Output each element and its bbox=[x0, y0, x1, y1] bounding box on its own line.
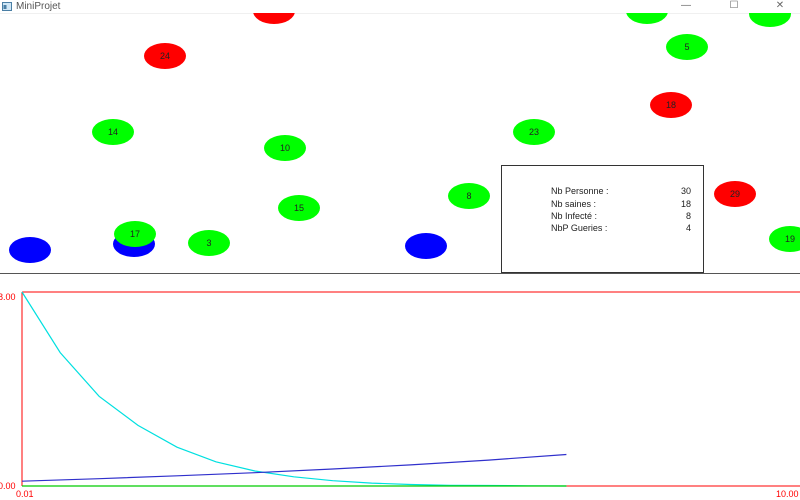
person-label: 19 bbox=[784, 234, 795, 244]
minimize-button[interactable]: — bbox=[672, 0, 700, 13]
person-bubble: 15 bbox=[278, 195, 320, 221]
person-bubble bbox=[405, 233, 447, 259]
curves-layer bbox=[21, 291, 567, 487]
stat-label: Nb saines : bbox=[551, 199, 597, 209]
person-label: 8 bbox=[466, 191, 472, 201]
stat-value: 8 bbox=[685, 211, 691, 221]
person-label: 17 bbox=[129, 229, 140, 239]
person-label: 23 bbox=[528, 127, 539, 137]
stat-row-infected: Nb Infecté : 8 bbox=[551, 210, 691, 222]
close-button[interactable]: ✕ bbox=[766, 0, 794, 13]
person-label: 18 bbox=[665, 100, 676, 110]
person-label: 10 bbox=[279, 143, 290, 153]
series-line-0 bbox=[21, 291, 567, 487]
person-bubble: 23 bbox=[513, 119, 555, 145]
person-label: 3 bbox=[206, 238, 212, 248]
title-bar: MiniProjet — ☐ ✕ bbox=[0, 0, 800, 14]
person-bubble bbox=[749, 13, 791, 27]
person-label: 29 bbox=[729, 189, 740, 199]
person-bubble: 29 bbox=[714, 181, 756, 207]
person-bubble: 3 bbox=[188, 230, 230, 256]
y-tick-top: 8.00 bbox=[0, 292, 16, 302]
person-bubble: 19 bbox=[769, 226, 800, 252]
stat-row-healthy: Nb saines : 18 bbox=[551, 198, 691, 210]
stat-row-recovered: NbP Gueries : 4 bbox=[551, 222, 691, 234]
person-label: 14 bbox=[107, 127, 118, 137]
person-bubble: 8 bbox=[448, 183, 490, 209]
app-icon bbox=[2, 2, 12, 11]
stat-label: NbP Gueries : bbox=[551, 223, 608, 233]
person-label: 24 bbox=[159, 51, 170, 61]
window-title: MiniProjet bbox=[16, 1, 61, 12]
person-bubble bbox=[626, 13, 668, 24]
x-tick-right: 10.00 bbox=[776, 489, 799, 499]
x-tick-left: 0.01 bbox=[16, 489, 34, 499]
stat-label: Nb Personne : bbox=[551, 186, 609, 196]
person-bubble: 10 bbox=[264, 135, 306, 161]
stat-value: 4 bbox=[685, 223, 691, 233]
stat-value: 18 bbox=[680, 199, 691, 209]
stat-value: 30 bbox=[680, 186, 691, 196]
epidemic-chart: 8.00 0.00 0.01 10.00 bbox=[0, 291, 800, 499]
person-label: 15 bbox=[293, 203, 304, 213]
person-label: 5 bbox=[684, 42, 690, 52]
section-divider bbox=[0, 273, 800, 274]
person-bubble: 18 bbox=[650, 92, 692, 118]
person-bubble: 5 bbox=[666, 34, 708, 60]
y-tick-bottom: 0.00 bbox=[0, 481, 16, 491]
person-bubble bbox=[253, 13, 295, 24]
person-bubble: 14 bbox=[92, 119, 134, 145]
person-bubble: 24 bbox=[144, 43, 186, 69]
person-bubble: 17 bbox=[114, 221, 156, 247]
stat-row-total: Nb Personne : 30 bbox=[551, 185, 691, 197]
maximize-button[interactable]: ☐ bbox=[720, 0, 748, 13]
stats-panel: Nb Personne : 30 Nb saines : 18 Nb Infec… bbox=[501, 165, 704, 273]
stat-label: Nb Infecté : bbox=[551, 211, 598, 221]
person-bubble bbox=[9, 237, 51, 263]
